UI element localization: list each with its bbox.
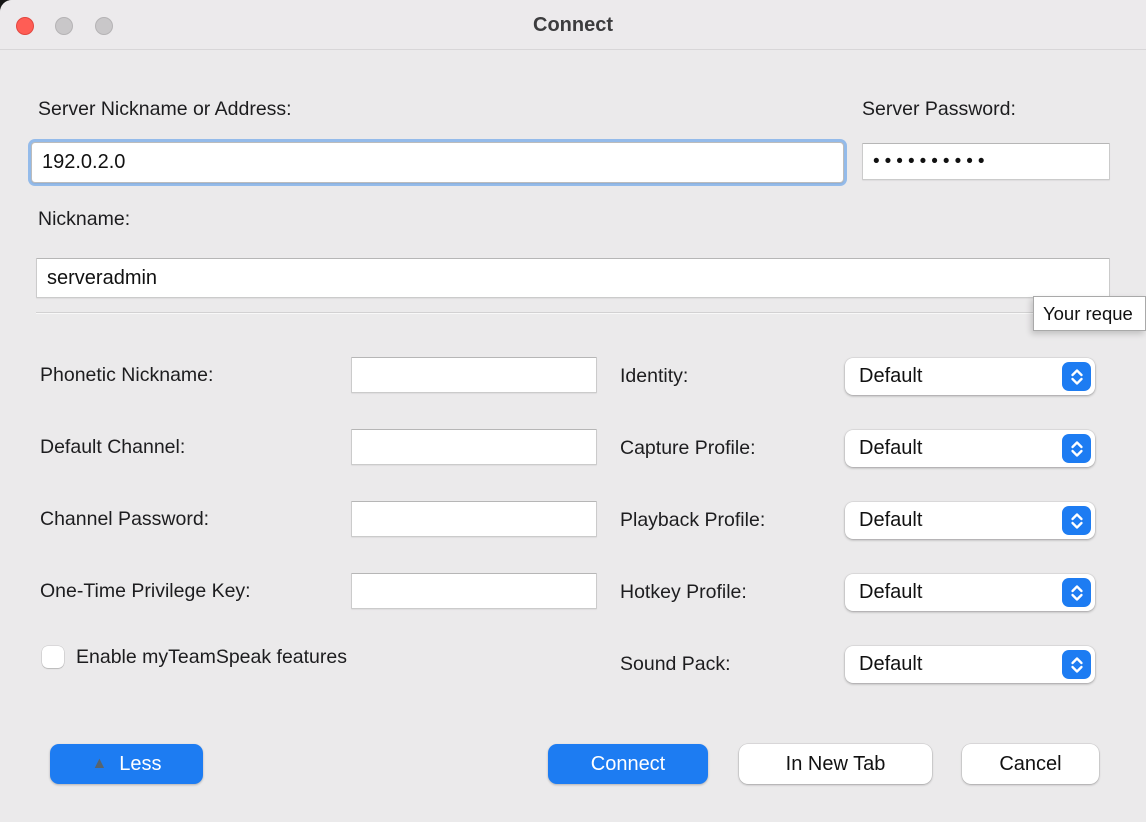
server-password-input[interactable] <box>862 143 1110 180</box>
section-divider <box>36 312 1110 314</box>
myteamspeak-checkbox[interactable] <box>42 646 64 668</box>
capture-profile-dropdown-value: Default <box>845 437 1062 460</box>
stepper-icon <box>1062 650 1091 679</box>
default-channel-label: Default Channel: <box>40 429 185 465</box>
titlebar: Connect <box>0 0 1146 50</box>
tooltip: Your reque <box>1033 296 1146 331</box>
server-address-label: Server Nickname or Address: <box>38 98 292 121</box>
window-title: Connect <box>0 0 1146 50</box>
cancel-button-label: Cancel <box>999 753 1061 776</box>
playback-profile-dropdown[interactable]: Default <box>845 502 1095 539</box>
playback-profile-label: Playback Profile: <box>620 502 765 539</box>
sound-pack-dropdown[interactable]: Default <box>845 646 1095 683</box>
nickname-input[interactable] <box>36 258 1110 298</box>
connect-dialog: Connect Server Nickname or Address: Serv… <box>0 0 1146 822</box>
less-button-label: Less <box>119 753 161 776</box>
sound-pack-label: Sound Pack: <box>620 646 731 683</box>
hotkey-profile-dropdown[interactable]: Default <box>845 574 1095 611</box>
capture-profile-label: Capture Profile: <box>620 430 755 467</box>
channel-password-label: Channel Password: <box>40 501 209 537</box>
hotkey-profile-label: Hotkey Profile: <box>620 574 747 611</box>
identity-dropdown-value: Default <box>845 365 1062 388</box>
nickname-label: Nickname: <box>38 208 130 231</box>
connect-button-label: Connect <box>591 753 666 776</box>
in-new-tab-button-label: In New Tab <box>786 753 886 776</box>
sound-pack-dropdown-value: Default <box>845 653 1062 676</box>
stepper-icon <box>1062 434 1091 463</box>
server-address-focus-ring <box>28 139 847 186</box>
collapse-triangle-icon: ▲ <box>91 756 107 772</box>
default-channel-input[interactable] <box>351 429 597 465</box>
playback-profile-dropdown-value: Default <box>845 509 1062 532</box>
phonetic-nickname-label: Phonetic Nickname: <box>40 357 213 393</box>
connect-button[interactable]: Connect <box>548 744 708 784</box>
myteamspeak-checkbox-label: Enable myTeamSpeak features <box>76 646 347 668</box>
channel-password-input[interactable] <box>351 501 597 537</box>
cancel-button[interactable]: Cancel <box>962 744 1099 784</box>
capture-profile-dropdown[interactable]: Default <box>845 430 1095 467</box>
identity-label: Identity: <box>620 358 688 395</box>
less-button[interactable]: ▲ Less <box>50 744 203 784</box>
privilege-key-label: One-Time Privilege Key: <box>40 573 251 609</box>
tooltip-text: Your reque <box>1043 303 1133 324</box>
identity-dropdown[interactable]: Default <box>845 358 1095 395</box>
stepper-icon <box>1062 362 1091 391</box>
stepper-icon <box>1062 578 1091 607</box>
privilege-key-input[interactable] <box>351 573 597 609</box>
stepper-icon <box>1062 506 1091 535</box>
phonetic-nickname-input[interactable] <box>351 357 597 393</box>
server-address-input[interactable] <box>31 142 844 183</box>
in-new-tab-button[interactable]: In New Tab <box>739 744 932 784</box>
server-password-label: Server Password: <box>862 98 1016 121</box>
hotkey-profile-dropdown-value: Default <box>845 581 1062 604</box>
